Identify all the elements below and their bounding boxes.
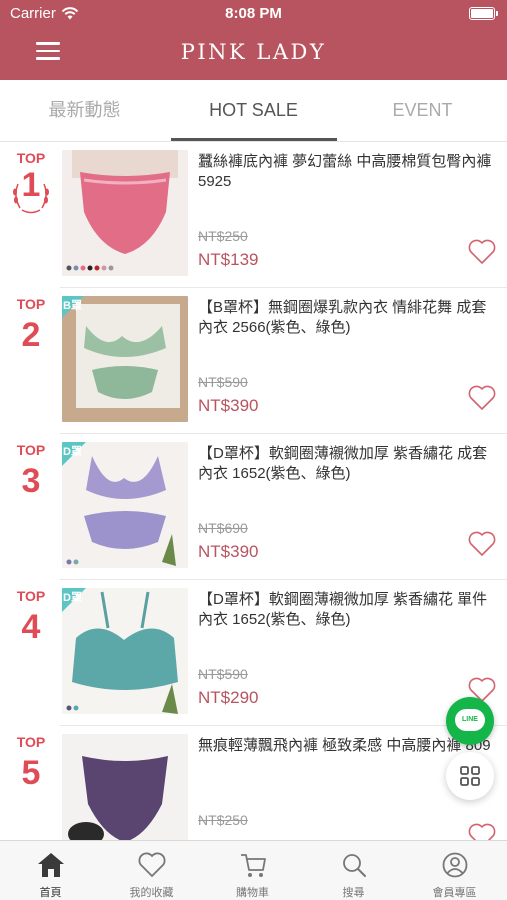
rank-number: 3 bbox=[21, 462, 41, 500]
tab-favorites-label: 我的收藏 bbox=[129, 887, 174, 899]
tab-search[interactable]: 搜尋 bbox=[303, 841, 404, 900]
active-tab-indicator bbox=[171, 138, 337, 141]
grid-icon bbox=[460, 766, 480, 786]
rank-label: TOP bbox=[16, 734, 46, 750]
tab-member[interactable]: 會員專區 bbox=[404, 841, 505, 900]
tab-event[interactable]: EVENT bbox=[338, 80, 507, 142]
rank-number: 5 bbox=[21, 754, 41, 792]
product-list: TOP 1 蠶絲褲底內褲 夢幻蕾絲 中高腰棉質包臀內褲 5925 NT$250 … bbox=[0, 142, 507, 840]
battery-icon bbox=[469, 7, 498, 20]
product-item[interactable]: TOP 2 B罩 【B罩杯】無鋼圈爆乳款內衣 情緋花舞 成套內衣 2566(紫色… bbox=[0, 288, 507, 434]
sale-price: NT$390 bbox=[198, 542, 259, 561]
tab-latest[interactable]: 最新動態 bbox=[0, 80, 169, 142]
rank-label: TOP bbox=[16, 442, 46, 458]
status-time: 8:08 PM bbox=[225, 5, 282, 22]
product-title[interactable]: 【B罩杯】無鋼圈爆乳款內衣 情緋花舞 成套內衣 2566(紫色、綠色) bbox=[198, 298, 498, 338]
sale-price: NT$139 bbox=[198, 250, 259, 269]
product-image[interactable] bbox=[62, 296, 188, 422]
product-item[interactable]: TOP 1 蠶絲褲底內褲 夢幻蕾絲 中高腰棉質包臀內褲 5925 NT$250 … bbox=[0, 142, 507, 288]
original-price: NT$590 bbox=[198, 374, 248, 390]
product-title[interactable]: 【D罩杯】軟鋼圈薄襯微加厚 紫香繡花 成套內衣 1652(紫色、綠色) bbox=[198, 444, 498, 484]
favorite-heart-icon[interactable] bbox=[467, 530, 497, 558]
rank-label: TOP bbox=[16, 150, 46, 166]
original-price: NT$590 bbox=[198, 666, 248, 682]
tab-favorites[interactable]: 我的收藏 bbox=[101, 841, 202, 900]
product-title[interactable]: 蠶絲褲底內褲 夢幻蕾絲 中高腰棉質包臀內褲 5925 bbox=[198, 152, 498, 192]
tab-member-label: 會員專區 bbox=[432, 887, 477, 899]
app-header: Carrier 8:08 PM PINK LADY bbox=[0, 0, 507, 80]
rank-label: TOP bbox=[16, 296, 46, 312]
cup-badge: D罩 bbox=[63, 592, 82, 604]
status-bar: Carrier 8:08 PM bbox=[0, 0, 507, 28]
favorite-heart-icon[interactable] bbox=[467, 238, 497, 266]
tab-search-label: 搜尋 bbox=[342, 887, 365, 899]
original-price: NT$690 bbox=[198, 520, 248, 536]
product-image[interactable] bbox=[62, 150, 188, 276]
rank-number: 1 bbox=[21, 166, 41, 204]
product-image[interactable] bbox=[62, 734, 188, 840]
bottom-tab-bar: 首頁 我的收藏 購物車 搜尋 會員專區 bbox=[0, 840, 507, 900]
product-image[interactable] bbox=[62, 588, 188, 714]
tab-cart-label: 購物車 bbox=[236, 887, 269, 899]
grid-menu-button[interactable] bbox=[446, 752, 494, 800]
segment-tabs: 最新動態 HOT SALE EVENT bbox=[0, 80, 507, 142]
product-image[interactable] bbox=[62, 442, 188, 568]
favorite-heart-icon[interactable] bbox=[467, 384, 497, 412]
tab-cart[interactable]: 購物車 bbox=[202, 841, 303, 900]
line-chat-button[interactable]: LINE bbox=[446, 697, 494, 745]
cup-badge: B罩 bbox=[63, 300, 82, 312]
product-item[interactable]: TOP 5 無痕輕薄飄飛內褲 極致柔感 中高腰內褲 809 NT$250 bbox=[0, 726, 507, 840]
sale-price: NT$290 bbox=[198, 688, 259, 707]
sale-price: NT$390 bbox=[198, 396, 259, 415]
product-item[interactable]: TOP 3 D罩 【D罩杯】軟鋼圈薄襯微加厚 紫香繡花 成套內衣 1652(紫色… bbox=[0, 434, 507, 580]
tab-hot-sale[interactable]: HOT SALE bbox=[169, 80, 338, 142]
heart-icon bbox=[138, 852, 166, 877]
cart-icon bbox=[241, 854, 266, 877]
rank-number: 2 bbox=[21, 316, 41, 354]
rank-label: TOP bbox=[16, 588, 46, 604]
original-price: NT$250 bbox=[198, 228, 248, 244]
tab-home-label: 首頁 bbox=[39, 887, 62, 899]
rank-number: 4 bbox=[21, 608, 41, 646]
product-item[interactable]: TOP 4 D罩 【D罩杯】軟鋼圈薄襯微加厚 紫香繡花 單件內衣 1652(紫色… bbox=[0, 580, 507, 726]
search-icon bbox=[343, 854, 366, 877]
tab-home[interactable]: 首頁 bbox=[0, 841, 101, 900]
home-icon bbox=[38, 853, 64, 877]
cup-badge: D罩 bbox=[63, 446, 82, 458]
line-chat-icon: LINE bbox=[455, 709, 485, 731]
product-title[interactable]: 【D罩杯】軟鋼圈薄襯微加厚 紫香繡花 單件內衣 1652(紫色、綠色) bbox=[198, 590, 498, 630]
original-price: NT$250 bbox=[198, 812, 248, 828]
user-icon bbox=[442, 852, 468, 878]
favorite-heart-icon[interactable] bbox=[467, 822, 497, 840]
brand-title: PINK LADY bbox=[180, 40, 327, 64]
